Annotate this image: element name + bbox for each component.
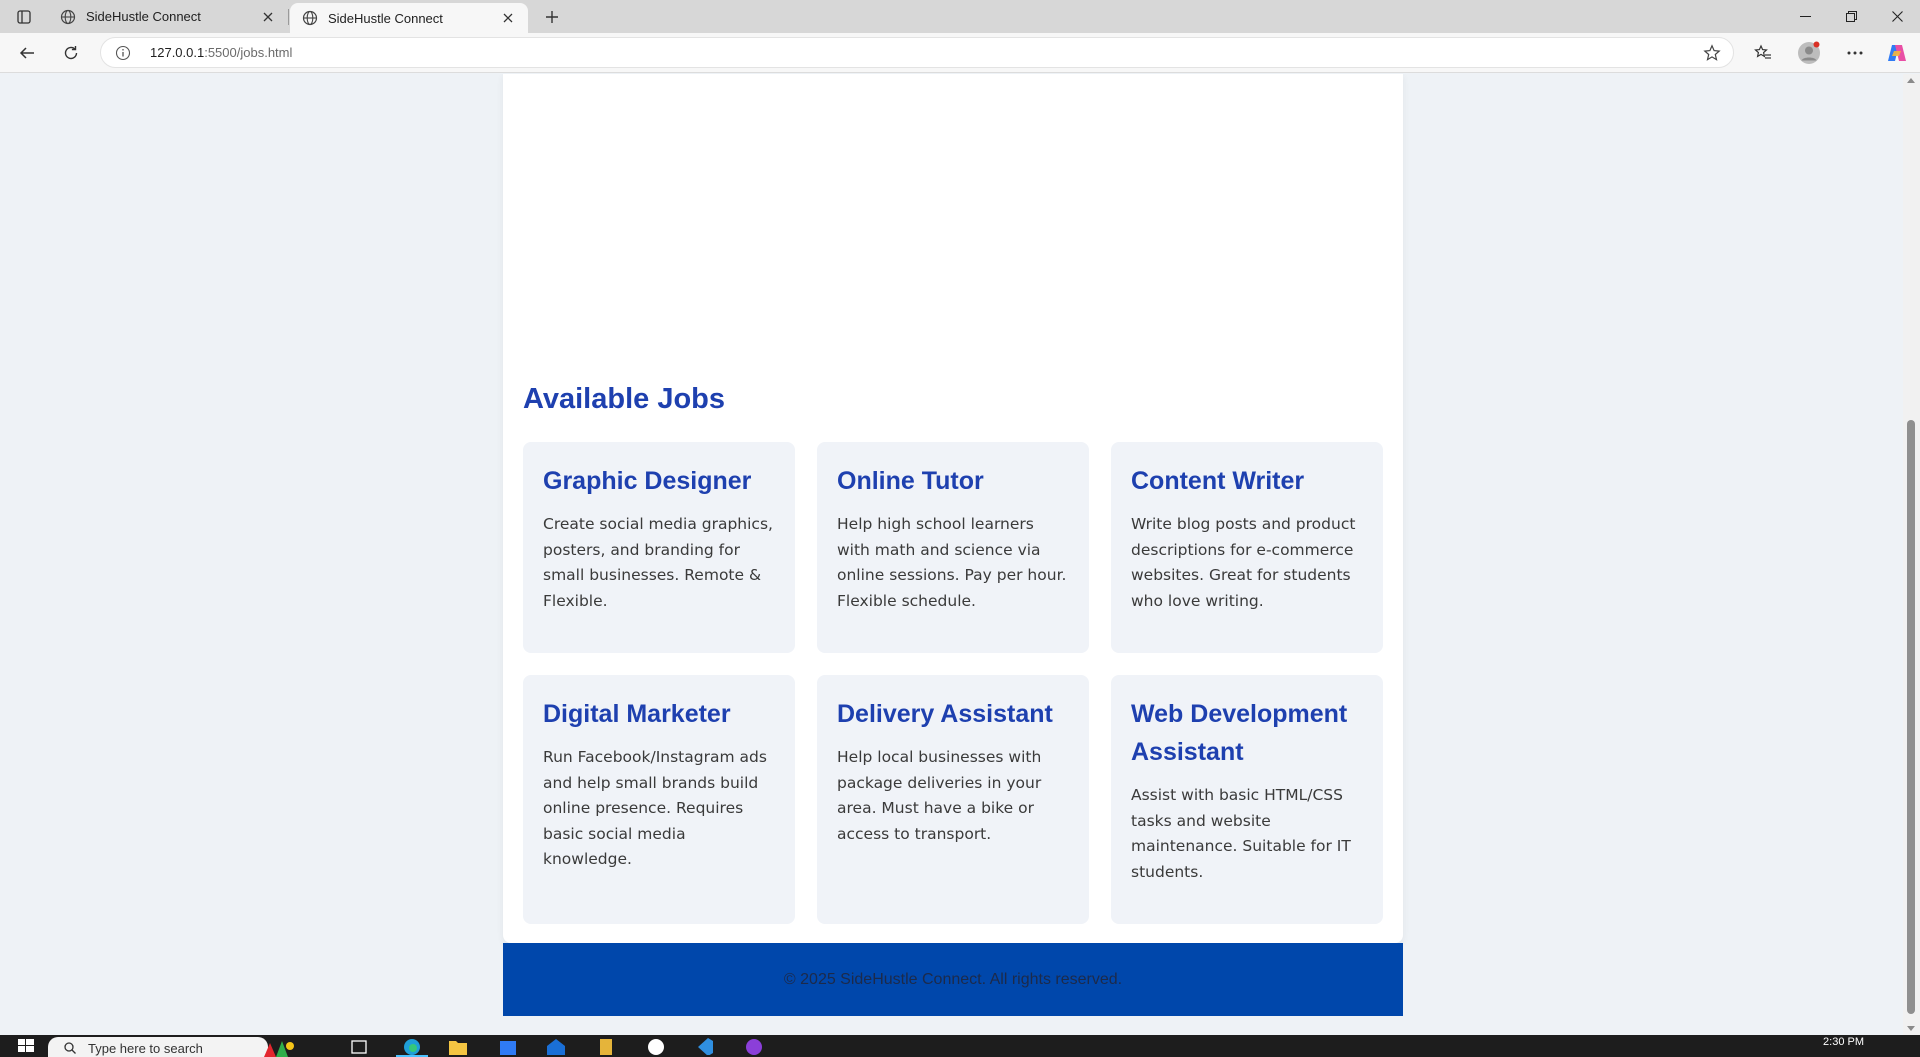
vscode-icon[interactable]	[694, 1037, 716, 1057]
page-viewport: Available Jobs Graphic Designer Create s…	[0, 74, 1903, 1035]
job-title: Content Writer	[1131, 467, 1305, 495]
more-options-icon[interactable]	[1840, 38, 1870, 68]
minimize-icon[interactable]	[1782, 0, 1828, 33]
scrollbar-thumb[interactable]	[1907, 420, 1915, 1014]
job-card: Content Writer Write blog posts and prod…	[1111, 442, 1383, 653]
info-icon[interactable]	[115, 45, 131, 61]
job-description: Help local businesses with package deliv…	[837, 748, 1042, 843]
file-explorer-icon[interactable]	[448, 1037, 470, 1057]
job-card: Online Tutor Help high school learners w…	[817, 442, 1089, 653]
scroll-down-arrow-icon[interactable]	[1907, 1026, 1915, 1031]
toolbar: 127.0.0.1:5500/jobs.html	[0, 33, 1920, 73]
job-description: Help high school learners with math and …	[837, 515, 1067, 610]
job-card: Web Development Assistant Assist with ba…	[1111, 675, 1383, 924]
job-title: Delivery Assistant	[837, 700, 1053, 728]
content-panel: Available Jobs Graphic Designer Create s…	[503, 74, 1403, 943]
edge-browser-icon[interactable]	[396, 1037, 428, 1057]
search-icon	[64, 1042, 76, 1054]
close-icon[interactable]	[498, 8, 518, 28]
favorites-icon[interactable]	[1748, 38, 1778, 68]
weather-widget-icon[interactable]	[262, 1037, 296, 1057]
reload-icon[interactable]	[56, 38, 86, 68]
search-placeholder: Type here to search	[88, 1041, 203, 1056]
job-card: Graphic Designer Create social media gra…	[523, 442, 795, 653]
globe-icon	[60, 9, 76, 24]
tab-title: SideHustle Connect	[328, 10, 443, 26]
taskbar-search-input[interactable]: Type here to search	[48, 1037, 268, 1057]
url-host: 127.0.0.1	[150, 45, 205, 60]
job-description: Create social media graphics, posters, a…	[543, 515, 773, 610]
job-description: Assist with basic HTML/CSS tasks and web…	[1131, 786, 1351, 881]
vertical-scrollbar[interactable]	[1903, 74, 1920, 1035]
job-card: Digital Marketer Run Facebook/Instagram …	[523, 675, 795, 924]
tab-title: SideHustle Connect	[86, 9, 201, 24]
globe-icon	[302, 10, 318, 26]
job-description: Run Facebook/Instagram ads and help smal…	[543, 748, 767, 868]
browser-tab-2[interactable]: SideHustle Connect	[290, 3, 528, 33]
windows-start-icon[interactable]	[18, 1037, 34, 1057]
taskbar-clock[interactable]: 2:30 PM	[1823, 1036, 1864, 1048]
footer-copyright: © 2025 SideHustle Connect. All rights re…	[783, 970, 1123, 988]
tab-actions-icon[interactable]	[12, 6, 36, 28]
url-path: :5500/jobs.html	[204, 45, 293, 60]
profile-avatar-icon[interactable]	[1794, 38, 1824, 68]
site-footer: © 2025 SideHustle Connect. All rights re…	[503, 943, 1403, 1016]
job-title: Graphic Designer	[543, 467, 752, 495]
url-text[interactable]: 127.0.0.1:5500/jobs.html	[150, 45, 292, 60]
files-app-icon[interactable]	[596, 1037, 618, 1057]
job-title: Online Tutor	[837, 467, 984, 495]
close-icon[interactable]	[258, 7, 278, 27]
new-tab-icon[interactable]	[540, 5, 564, 29]
media-app-icon[interactable]	[744, 1037, 766, 1057]
tab-strip: SideHustle Connect SideHustle Connect	[0, 0, 1920, 33]
favorite-star-icon[interactable]	[1703, 44, 1721, 62]
job-title: Digital Marketer	[543, 700, 731, 728]
tab-divider	[288, 9, 289, 25]
task-view-icon[interactable]	[350, 1037, 368, 1057]
browser-tab-1[interactable]: SideHustle Connect	[48, 0, 288, 33]
windows-taskbar: Type here to search 2:30 PM	[0, 1035, 1920, 1057]
close-window-icon[interactable]	[1874, 0, 1920, 33]
store-icon[interactable]	[498, 1037, 520, 1057]
restore-icon[interactable]	[1828, 0, 1874, 33]
scroll-up-arrow-icon[interactable]	[1907, 78, 1915, 83]
copilot-icon[interactable]	[1882, 38, 1912, 68]
job-description: Write blog posts and product description…	[1131, 515, 1356, 610]
page-title: Available Jobs	[523, 383, 726, 415]
job-card: Delivery Assistant Help local businesses…	[817, 675, 1089, 924]
mail-icon[interactable]	[546, 1037, 568, 1057]
back-arrow-icon[interactable]	[12, 38, 42, 68]
address-bar[interactable]: 127.0.0.1:5500/jobs.html	[100, 37, 1734, 68]
app-icon[interactable]	[646, 1037, 668, 1057]
job-title: Web Development Assistant	[1131, 700, 1348, 766]
